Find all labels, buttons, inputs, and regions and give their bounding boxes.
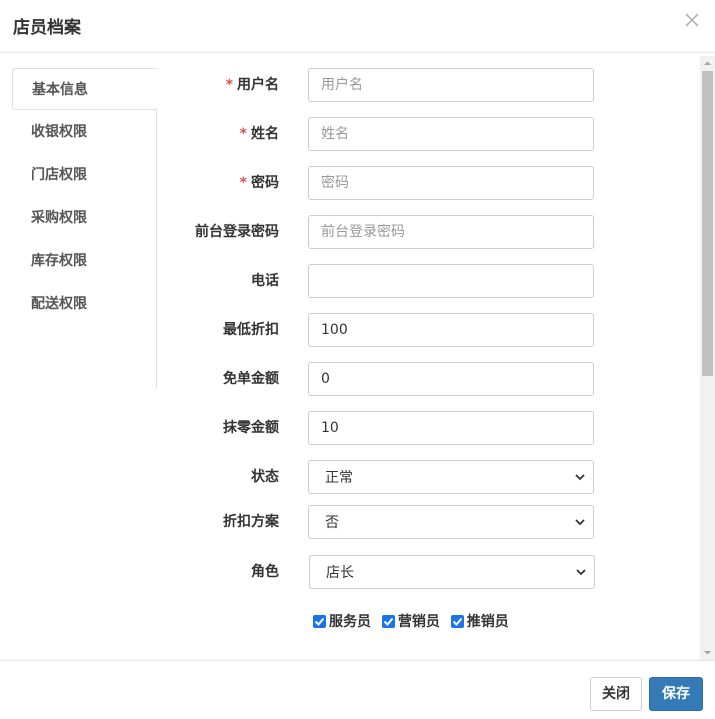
min-discount-label: 最低折扣 xyxy=(223,322,279,338)
role-value: 店长 xyxy=(326,565,354,581)
checkbox-waiter[interactable]: 服务员 xyxy=(313,611,371,631)
name-label: * 姓名 xyxy=(239,126,279,142)
username-label: * 用户名 xyxy=(225,77,279,93)
tab-delivery-permission[interactable]: 配送权限 xyxy=(12,283,157,325)
required-mark: * xyxy=(225,77,233,93)
checkbox-checked-icon[interactable] xyxy=(381,615,395,628)
role-label: 角色 xyxy=(251,564,279,580)
tab-purchase-permission[interactable]: 采购权限 xyxy=(12,197,157,239)
staff-profile-dialog: 店员档案 基本信息 收银权限 门店权限 采购权限 库存权限 配送权限 * 用户名 … xyxy=(0,0,715,719)
tab-cashier-permission[interactable]: 收银权限 xyxy=(12,111,157,153)
status-row: 状态 正常 xyxy=(157,460,607,496)
phone-input[interactable] xyxy=(308,264,594,298)
close-button[interactable]: 关闭 xyxy=(590,677,642,711)
username-input[interactable]: 用户名 xyxy=(308,68,594,102)
rounding-amount-label: 抹零金额 xyxy=(223,420,279,436)
status-select[interactable]: 正常 xyxy=(308,460,594,494)
pos-password-label: 前台登录密码 xyxy=(195,224,279,240)
waive-amount-row: 免单金额 0 xyxy=(157,362,607,398)
min-discount-input[interactable]: 100 xyxy=(308,313,594,347)
password-row: * 密码 密码 xyxy=(157,166,607,202)
dialog-header: 店员档案 xyxy=(0,0,715,53)
password-label: * 密码 xyxy=(239,175,279,191)
checkbox-checked-icon[interactable] xyxy=(450,615,464,628)
min-discount-row: 最低折扣 100 xyxy=(157,313,607,349)
phone-label: 电话 xyxy=(251,273,279,289)
dialog-footer: 关闭 保存 xyxy=(0,660,715,719)
discount-plan-select[interactable]: 否 xyxy=(308,505,594,539)
rounding-amount-input[interactable]: 10 xyxy=(308,411,594,445)
tab-basic-info[interactable]: 基本信息 xyxy=(12,68,158,110)
permission-tabs: 基本信息 收银权限 门店权限 采购权限 库存权限 配送权限 xyxy=(12,68,158,388)
chevron-down-icon xyxy=(576,569,586,576)
password-input[interactable]: 密码 xyxy=(308,166,594,200)
vertical-scrollbar[interactable] xyxy=(700,56,715,660)
status-label: 状态 xyxy=(251,469,279,485)
waive-amount-input[interactable]: 0 xyxy=(308,362,594,396)
role-checkbox-group: 服务员 营销员 推销员 xyxy=(313,611,515,631)
name-input[interactable]: 姓名 xyxy=(308,117,594,151)
chevron-down-icon xyxy=(575,519,585,526)
checkbox-checked-icon[interactable] xyxy=(313,615,326,628)
name-row: * 姓名 姓名 xyxy=(157,117,607,153)
scroll-up-arrow-icon[interactable] xyxy=(700,56,715,71)
scroll-down-arrow-icon[interactable] xyxy=(700,645,715,660)
checkbox-marketer[interactable]: 营销员 xyxy=(381,611,440,631)
chevron-down-icon xyxy=(575,474,585,481)
required-mark: * xyxy=(239,175,247,191)
phone-row: 电话 xyxy=(157,264,607,300)
checkbox-salesperson[interactable]: 推销员 xyxy=(450,611,509,631)
waive-amount-label: 免单金额 xyxy=(223,371,279,387)
save-button[interactable]: 保存 xyxy=(649,677,703,711)
pos-password-input[interactable]: 前台登录密码 xyxy=(308,215,594,249)
required-mark: * xyxy=(239,126,247,142)
discount-plan-value: 否 xyxy=(325,515,339,531)
username-row: * 用户名 用户名 xyxy=(157,68,607,104)
role-select[interactable]: 店长 xyxy=(309,555,595,589)
status-value: 正常 xyxy=(325,470,353,486)
pos-password-row: 前台登录密码 前台登录密码 xyxy=(157,215,607,251)
discount-plan-label: 折扣方案 xyxy=(223,514,279,530)
rounding-amount-row: 抹零金额 10 xyxy=(157,411,607,447)
tab-inventory-permission[interactable]: 库存权限 xyxy=(12,240,157,282)
tab-store-permission[interactable]: 门店权限 xyxy=(12,154,157,196)
close-icon[interactable] xyxy=(681,9,703,31)
role-row: 角色 店长 xyxy=(157,555,607,591)
discount-plan-row: 折扣方案 否 xyxy=(157,505,607,541)
dialog-title: 店员档案 xyxy=(13,18,81,38)
scrollbar-thumb[interactable] xyxy=(702,71,713,376)
